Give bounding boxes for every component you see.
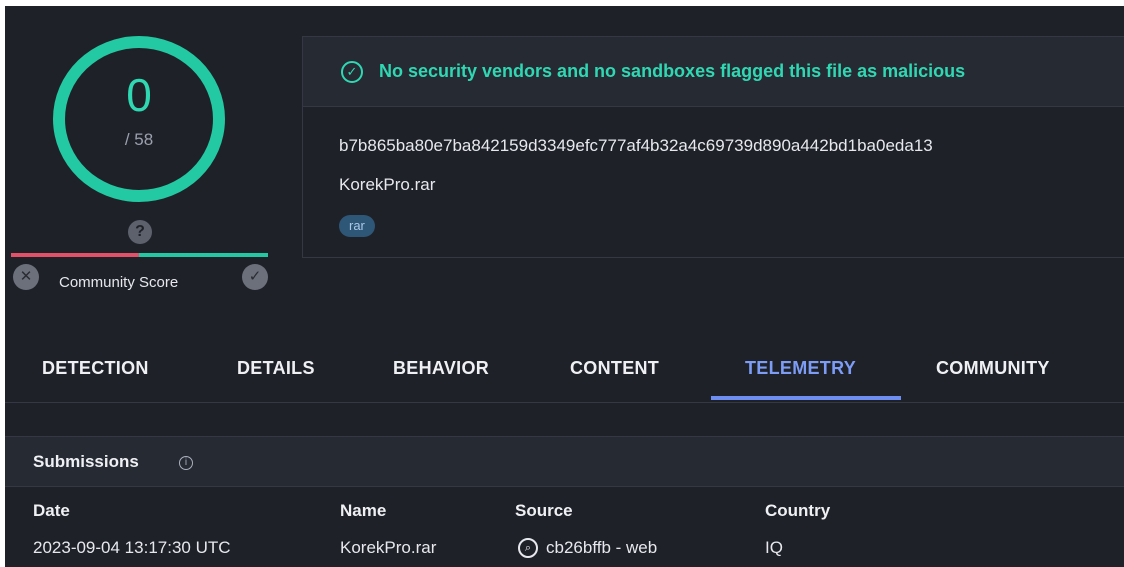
file-hash[interactable]: b7b865ba80e7ba842159d3349efc777af4b32a4c…: [339, 136, 933, 156]
file-report-screen: 0 / 58 ? ✕ Community Score ✓ ✓ No securi…: [5, 6, 1124, 567]
submission-name: KorekPro.rar: [340, 538, 437, 557]
report-tabs: DETECTION DETAILS BEHAVIOR CONTENT TELEM…: [5, 346, 1124, 406]
detection-total: / 58: [124, 130, 154, 149]
tab-details[interactable]: DETAILS: [237, 346, 315, 390]
verdict-text: No security vendors and no sandboxes fla…: [379, 61, 966, 81]
info-icon[interactable]: i: [179, 456, 193, 470]
submission-date: 2023-09-04 13:17:30 UTC: [33, 538, 231, 557]
active-tab-indicator: [711, 396, 901, 400]
column-header-country: Country: [765, 501, 831, 520]
question-icon: ?: [128, 220, 152, 244]
file-name: KorekPro.rar: [339, 175, 436, 194]
web-source-icon: ⌕: [518, 538, 538, 558]
detection-count: 0: [126, 69, 152, 121]
tab-behavior[interactable]: BEHAVIOR: [393, 346, 489, 390]
column-header-source: Source: [515, 501, 573, 520]
submissions-title: Submissions: [33, 452, 139, 471]
tabs-divider: [5, 402, 1124, 403]
vote-malicious-icon[interactable]: ✕: [13, 264, 39, 290]
submission-source: cb26bffb - web: [546, 538, 658, 557]
tab-community[interactable]: COMMUNITY: [936, 346, 1050, 390]
column-header-date: Date: [33, 501, 70, 520]
vote-harmless-icon[interactable]: ✓: [242, 264, 268, 290]
file-info-panel: ✓ No security vendors and no sandboxes f…: [302, 36, 1124, 258]
tab-telemetry[interactable]: TELEMETRY: [745, 346, 856, 390]
tab-detection[interactable]: DETECTION: [42, 346, 149, 390]
submissions-header: Submissions i: [5, 437, 1124, 487]
submission-country: IQ: [765, 538, 783, 557]
community-bar-harmless: [139, 253, 268, 257]
verdict-banner: ✓ No security vendors and no sandboxes f…: [303, 37, 1124, 107]
community-score-label: Community Score: [59, 274, 179, 291]
column-header-name: Name: [340, 501, 387, 520]
check-circle-icon: ✓: [341, 61, 363, 83]
community-bar-malicious: [11, 253, 139, 257]
tab-content[interactable]: CONTENT: [570, 346, 659, 390]
file-type-tag[interactable]: rar: [339, 215, 375, 237]
